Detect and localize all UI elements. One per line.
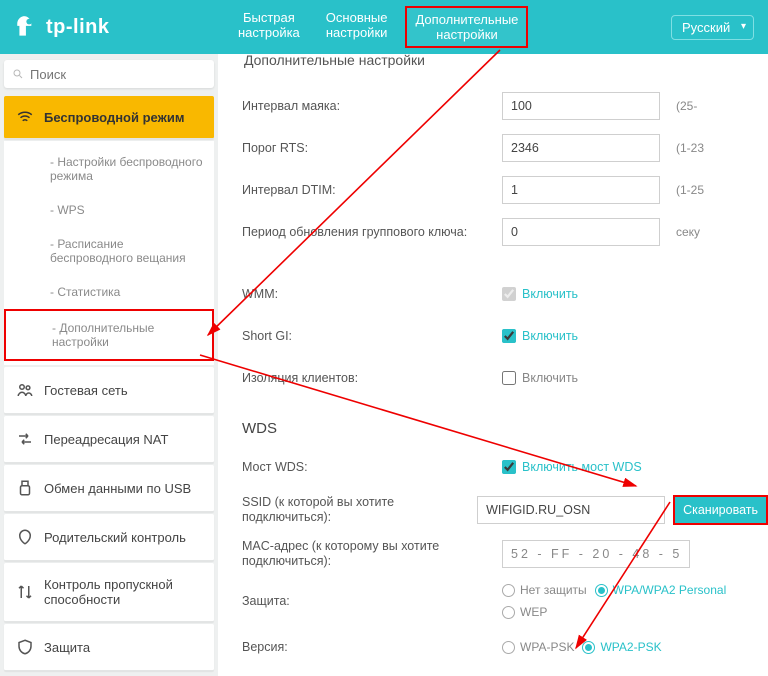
label-wmm: WMM: (242, 287, 502, 302)
sidebar-item-label: Контроль пропускной способности (44, 577, 202, 607)
checkbox-sgi[interactable]: Включить (502, 329, 578, 343)
row-wds-ssid: SSID (к которой вы хотите подключиться):… (242, 495, 768, 525)
usb-icon (16, 479, 34, 497)
label-beacon: Интервал маяка: (242, 99, 502, 114)
parental-icon (16, 528, 34, 546)
sidebar-item-label: Беспроводной режим (44, 110, 184, 125)
brand-text: tp-link (46, 16, 110, 39)
input-rts[interactable] (502, 134, 660, 162)
row-beacon: Интервал маяка: (25- (242, 92, 768, 120)
checkbox-wmm[interactable]: Включить (502, 287, 578, 301)
search-box[interactable] (4, 60, 214, 88)
label-version: Версия: (242, 640, 502, 655)
row-isolation: Изоляция клиентов: Включить (242, 364, 768, 392)
radio-version-wpa2psk[interactable]: WPA2-PSK (582, 640, 661, 654)
input-wds-ssid[interactable] (477, 496, 665, 524)
sidebar-item-parental[interactable]: Родительский контроль (4, 514, 214, 561)
checkbox-sgi-input[interactable] (502, 329, 516, 343)
checkbox-isolation[interactable]: Включить (502, 371, 578, 385)
radio-version-wpapsk[interactable]: WPA-PSK (502, 640, 574, 654)
checkbox-isolation-input[interactable] (502, 371, 516, 385)
subitem-wireless-settings[interactable]: - Настройки беспроводного режима (4, 145, 214, 193)
sidebar-item-label: Обмен данными по USB (44, 481, 191, 496)
sidebar-item-label: Родительский контроль (44, 530, 186, 545)
shield-icon (16, 638, 34, 656)
hint-beacon: (25- (676, 99, 697, 113)
label-group-key: Период обновления группового ключа: (242, 225, 502, 240)
search-input[interactable] (30, 67, 206, 82)
subitem-statistics[interactable]: - Статистика (4, 275, 214, 309)
sidebar-item-nat[interactable]: Переадресация NAT (4, 416, 214, 463)
label-wds-ssid: SSID (к которой вы хотите подключиться): (242, 495, 477, 525)
label-wds-mac: MAC-адрес (к которому вы хотите подключи… (242, 539, 502, 569)
radio-security-none[interactable]: Нет защиты (502, 583, 587, 597)
tplink-logo-icon (14, 14, 40, 40)
input-group-key[interactable] (502, 218, 660, 246)
app-header: tp-link Быстраянастройка Основныенастрой… (0, 0, 768, 54)
radio-security-wep[interactable]: WEP (502, 605, 547, 619)
input-beacon[interactable] (502, 92, 660, 120)
row-version: Версия: WPA-PSK WPA2-PSK (242, 633, 768, 661)
label-wds-bridge: Мост WDS: (242, 460, 502, 475)
search-icon (12, 66, 24, 82)
input-wds-mac[interactable] (502, 540, 690, 568)
label-sgi: Short GI: (242, 329, 502, 344)
content-panel: Дополнительные настройки Интервал маяка:… (218, 54, 768, 676)
label-security: Защита: (242, 594, 502, 609)
section-title: Дополнительные настройки (244, 54, 425, 68)
tab-advanced[interactable]: Дополнительныенастройки (405, 6, 528, 48)
sidebar-item-security[interactable]: Защита (4, 624, 214, 671)
row-wds-mac: MAC-адрес (к которому вы хотите подключи… (242, 539, 768, 569)
sidebar-item-label: Переадресация NAT (44, 432, 168, 447)
row-security: Защита: Нет защиты WPA/WPA2 Personal WEP (242, 583, 768, 619)
label-isolation: Изоляция клиентов: (242, 371, 502, 386)
row-rts: Порог RTS: (1-23 (242, 134, 768, 162)
scan-button[interactable]: Сканировать (673, 495, 768, 525)
subitem-schedule[interactable]: - Расписание беспроводного вещания (4, 227, 214, 275)
label-rts: Порог RTS: (242, 141, 502, 156)
guest-icon (16, 381, 34, 399)
bandwidth-icon (16, 583, 34, 601)
checkbox-wds-bridge-input[interactable] (502, 460, 516, 474)
subitem-advanced[interactable]: - Дополнительные настройки (4, 309, 214, 361)
radio-security-wpa[interactable]: WPA/WPA2 Personal (595, 583, 727, 597)
row-wmm: WMM: Включить (242, 280, 768, 308)
checkbox-wds-bridge[interactable]: Включить мост WDS (502, 460, 642, 474)
sidebar-item-guest[interactable]: Гостевая сеть (4, 367, 214, 414)
label-dtim: Интервал DTIM: (242, 183, 502, 198)
tab-quick-setup[interactable]: Быстраянастройка (230, 6, 308, 48)
advanced-form: Интервал маяка: (25- Порог RTS: (1-23 Ин… (242, 92, 768, 676)
checkbox-wmm-input[interactable] (502, 287, 516, 301)
input-dtim[interactable] (502, 176, 660, 204)
hint-rts: (1-23 (676, 141, 704, 155)
sidebar-item-label: Гостевая сеть (44, 383, 128, 398)
sidebar-item-wireless[interactable]: Беспроводной режим (4, 96, 214, 139)
sidebar-submenu: - Настройки беспроводного режима - WPS -… (4, 141, 214, 365)
wds-heading: WDS (242, 420, 768, 437)
hint-dtim: (1-25 (676, 183, 704, 197)
tab-basic[interactable]: Основныенастройки (318, 6, 396, 48)
row-wds-bridge: Мост WDS: Включить мост WDS (242, 453, 768, 481)
top-tabs: Быстраянастройка Основныенастройки Допол… (230, 6, 528, 48)
subitem-wps[interactable]: - WPS (4, 193, 214, 227)
row-dtim: Интервал DTIM: (1-25 (242, 176, 768, 204)
wifi-icon (16, 108, 34, 126)
language-select-wrap: Русский (671, 15, 754, 40)
row-group-key: Период обновления группового ключа: секу (242, 218, 768, 246)
brand-logo: tp-link (14, 14, 230, 40)
sidebar: Беспроводной режим - Настройки беспровод… (0, 54, 218, 676)
language-select[interactable]: Русский (671, 15, 754, 40)
sidebar-item-usb[interactable]: Обмен данными по USB (4, 465, 214, 512)
nat-icon (16, 430, 34, 448)
hint-group-key: секу (676, 225, 700, 239)
row-sgi: Short GI: Включить (242, 322, 768, 350)
sidebar-item-label: Защита (44, 640, 90, 655)
sidebar-item-bandwidth[interactable]: Контроль пропускной способности (4, 563, 214, 622)
